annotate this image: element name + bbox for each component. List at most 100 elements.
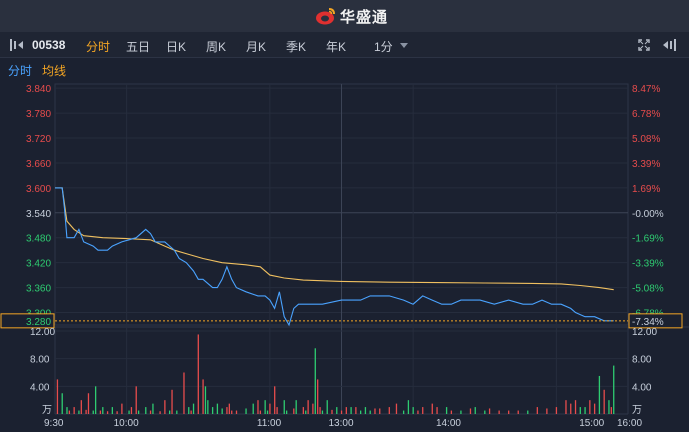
time-tick-label: 11:00 xyxy=(257,418,282,429)
fullscreen-icon[interactable] xyxy=(638,39,650,51)
interval-select[interactable]: 1分 xyxy=(374,38,393,55)
volume-bar xyxy=(85,409,87,414)
volume-bar xyxy=(159,411,161,414)
tab-daily-k[interactable]: 日K xyxy=(166,38,186,55)
volume-bar xyxy=(395,403,398,414)
volume-bar xyxy=(360,410,362,414)
volume-bar xyxy=(257,400,259,414)
collapse-panel-icon[interactable] xyxy=(9,38,25,52)
volume-bar xyxy=(350,407,352,414)
volume-bar xyxy=(450,410,453,414)
volume-bar xyxy=(192,403,195,414)
volume-bar xyxy=(135,386,137,414)
volume-bar xyxy=(130,407,133,414)
volume-bar xyxy=(245,408,247,414)
percent-tick-label: 8.47% xyxy=(632,84,660,95)
volume-unit-label: 万 xyxy=(42,405,52,416)
volume-bar xyxy=(102,407,104,414)
volume-bar xyxy=(326,400,328,414)
volume-bar xyxy=(207,400,209,414)
intraday-chart[interactable]: 3.840 3.780 3.720 3.660 3.600 3.540 3.480 3.420… xyxy=(0,78,689,432)
chevron-down-icon[interactable] xyxy=(400,43,408,48)
volume-bar xyxy=(374,408,376,414)
volume-bar xyxy=(402,410,405,414)
volume-bar xyxy=(169,410,171,414)
volume-bar xyxy=(190,410,192,414)
expand-panel-icon[interactable] xyxy=(661,38,677,52)
price-tick-label: 3.480 xyxy=(26,234,51,245)
volume-bar xyxy=(460,410,462,414)
volume-bar xyxy=(570,403,572,414)
tab-monthly-k[interactable]: 月K xyxy=(246,38,266,55)
legend-price-line: 分时 xyxy=(8,64,33,78)
volume-bars xyxy=(56,334,615,414)
volume-bar xyxy=(574,400,577,414)
tab-intraday[interactable]: 分时 xyxy=(86,38,110,55)
volume-tick-label: 8.00 xyxy=(30,355,50,366)
volume-bar xyxy=(145,407,147,414)
app-header: 华盛通 xyxy=(0,0,689,32)
volume-axis: 12.00 12.00 8.00 8.00 4.00 4.00 万 万 xyxy=(30,327,657,416)
volume-bar xyxy=(259,410,262,414)
price-lines xyxy=(55,187,614,327)
percent-tick-label: 3.39% xyxy=(632,159,660,170)
volume-bar xyxy=(422,407,424,414)
volume-bar xyxy=(152,403,154,414)
volume-bar xyxy=(319,407,321,414)
volume-bar xyxy=(546,408,548,414)
volume-bar xyxy=(197,334,199,414)
time-tick-label: 14:00 xyxy=(436,418,461,429)
price-tick-label: 3.720 xyxy=(26,134,51,145)
brand-name: 华盛通 xyxy=(340,8,389,26)
volume-bar xyxy=(589,400,591,414)
volume-bar xyxy=(584,407,586,414)
price-tick-label: 3.780 xyxy=(26,109,51,120)
volume-bar xyxy=(469,408,472,414)
volume-tick-label: 8.00 xyxy=(632,355,652,366)
volume-bar xyxy=(498,410,500,414)
volume-bar xyxy=(99,410,102,414)
percent-tick-label: 5.08% xyxy=(632,134,660,145)
volume-bar xyxy=(517,410,519,414)
price-tick-label: 3.540 xyxy=(26,209,51,220)
tab-yearly-k[interactable]: 年K xyxy=(326,38,346,55)
volume-bar xyxy=(536,407,538,414)
volume-bar xyxy=(73,407,75,414)
volume-bar xyxy=(226,407,228,414)
volume-bar xyxy=(314,348,316,414)
volume-tick-label: 12.00 xyxy=(30,327,55,338)
volume-bar xyxy=(474,407,476,414)
intraday-price-line xyxy=(55,187,614,327)
volume-bar xyxy=(176,410,178,414)
volume-bar xyxy=(231,410,233,414)
time-tick-label: 10:00 xyxy=(114,418,139,429)
volume-bar xyxy=(307,400,309,414)
volume-bar xyxy=(252,403,254,414)
volume-bar xyxy=(364,407,367,414)
volume-bar xyxy=(221,408,223,414)
volume-bar xyxy=(603,389,605,414)
tab-five-day[interactable]: 五日 xyxy=(126,38,150,55)
volume-bar xyxy=(293,408,295,414)
price-tick-label: 3.660 xyxy=(26,159,51,170)
volume-bar xyxy=(106,411,109,414)
price-tick-label: 3.360 xyxy=(26,284,51,295)
volume-bar xyxy=(94,386,97,414)
percent-tick-label: 6.78% xyxy=(632,109,660,120)
volume-bar xyxy=(87,393,90,414)
volume-bar xyxy=(80,400,82,414)
tab-quarterly-k[interactable]: 季K xyxy=(286,38,306,55)
brand-logo: 华盛通 xyxy=(314,6,388,26)
volume-bar xyxy=(407,400,410,414)
time-tick-label: 15:00 xyxy=(579,418,604,429)
volume-bar xyxy=(285,410,288,414)
volume-bar xyxy=(598,375,601,414)
volume-bar xyxy=(436,407,438,414)
tab-weekly-k[interactable]: 周K xyxy=(206,38,226,55)
volume-bar xyxy=(128,410,130,414)
volume-bar xyxy=(171,389,173,414)
time-tick-label: 13:00 xyxy=(329,418,354,429)
average-price-line xyxy=(55,187,614,291)
legend-average-line: 均线 xyxy=(42,64,67,78)
volume-bar xyxy=(302,407,304,414)
